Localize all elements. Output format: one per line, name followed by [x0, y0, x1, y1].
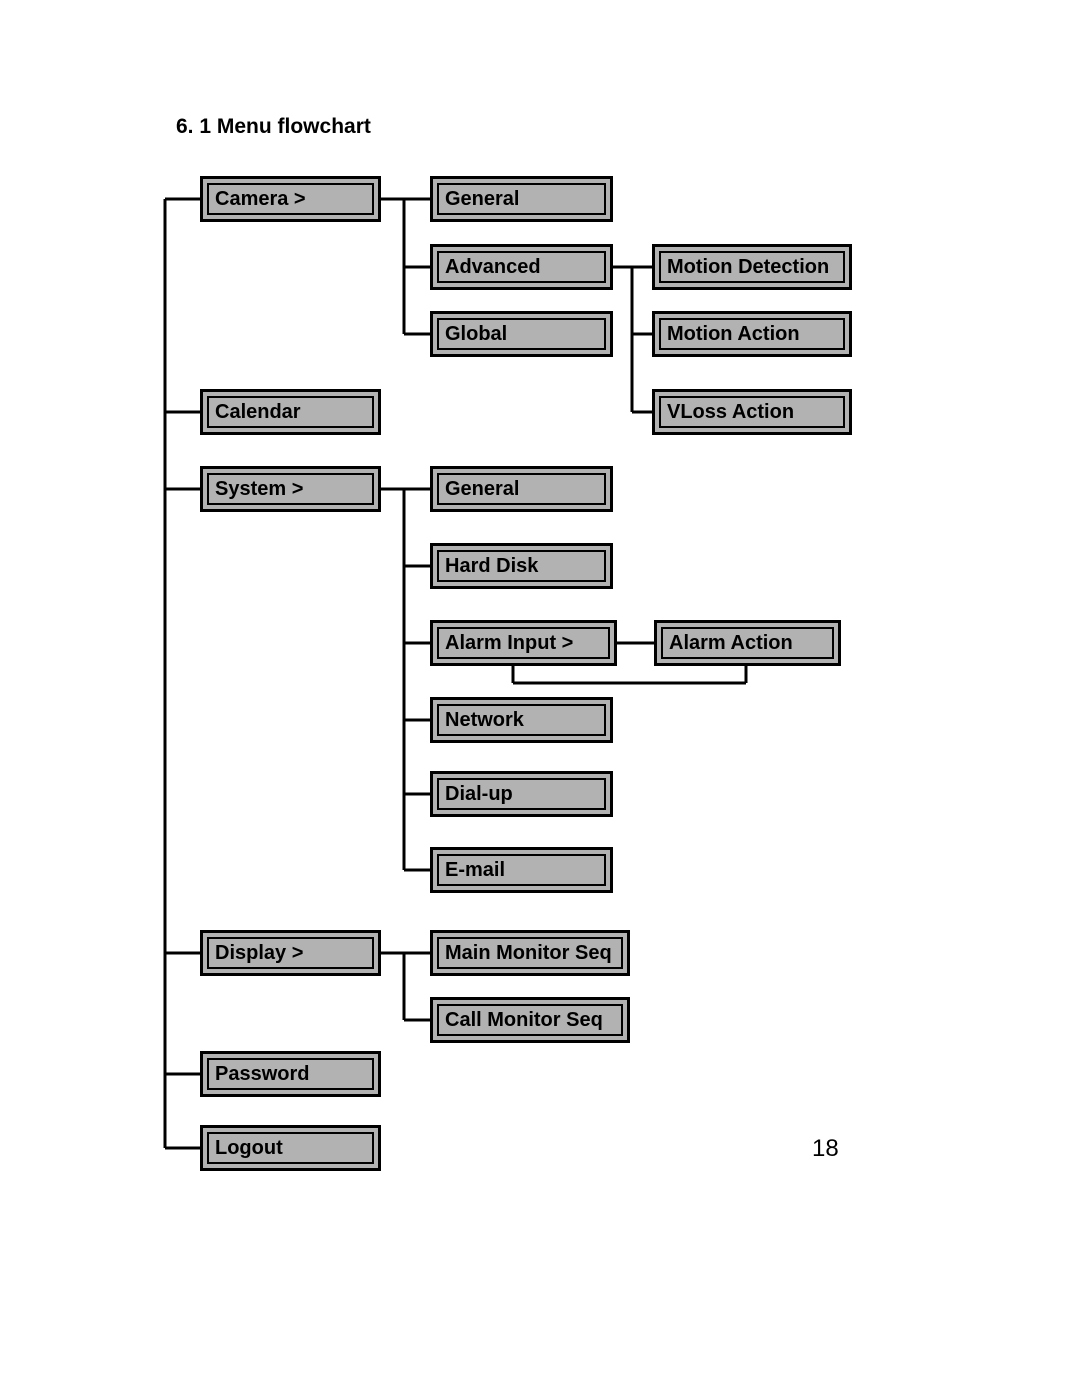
node-label: E-mail [445, 859, 505, 882]
node-label: System > [215, 478, 303, 501]
node-label: Advanced [445, 256, 541, 279]
node-camera-general: General [430, 176, 613, 222]
node-label: Call Monitor Seq [445, 1009, 603, 1032]
node-motion-action: Motion Action [652, 311, 852, 357]
node-label: Dial-up [445, 783, 513, 806]
node-calendar: Calendar [200, 389, 381, 435]
node-system-general: General [430, 466, 613, 512]
node-camera: Camera > [200, 176, 381, 222]
node-label: Network [445, 709, 524, 732]
node-camera-advanced: Advanced [430, 244, 613, 290]
node-logout: Logout [200, 1125, 381, 1171]
node-display-main: Main Monitor Seq [430, 930, 630, 976]
node-motion-detection: Motion Detection [652, 244, 852, 290]
page-number: 18 [812, 1135, 839, 1163]
node-label: Alarm Action [669, 632, 793, 655]
node-system: System > [200, 466, 381, 512]
node-system-dialup: Dial-up [430, 771, 613, 817]
node-label: Logout [215, 1137, 283, 1160]
node-label: Display > [215, 942, 303, 965]
node-display-call: Call Monitor Seq [430, 997, 630, 1043]
node-label: General [445, 188, 519, 211]
node-system-alarm-input: Alarm Input > [430, 620, 617, 666]
node-label: Calendar [215, 401, 301, 424]
node-label: Global [445, 323, 507, 346]
page: { "heading": "6. 1 Menu flowchart", "pag… [0, 0, 1080, 1397]
node-label: General [445, 478, 519, 501]
node-label: Password [215, 1063, 309, 1086]
node-password: Password [200, 1051, 381, 1097]
node-system-email: E-mail [430, 847, 613, 893]
node-alarm-action: Alarm Action [654, 620, 841, 666]
node-label: Hard Disk [445, 555, 538, 578]
node-vloss-action: VLoss Action [652, 389, 852, 435]
node-label: Alarm Input > [445, 632, 573, 655]
node-camera-global: Global [430, 311, 613, 357]
node-system-network: Network [430, 697, 613, 743]
node-label: Main Monitor Seq [445, 942, 612, 965]
node-system-harddisk: Hard Disk [430, 543, 613, 589]
node-label: Motion Detection [667, 256, 829, 279]
node-label: Motion Action [667, 323, 800, 346]
node-display: Display > [200, 930, 381, 976]
node-label: Camera > [215, 188, 306, 211]
node-label: VLoss Action [667, 401, 794, 424]
